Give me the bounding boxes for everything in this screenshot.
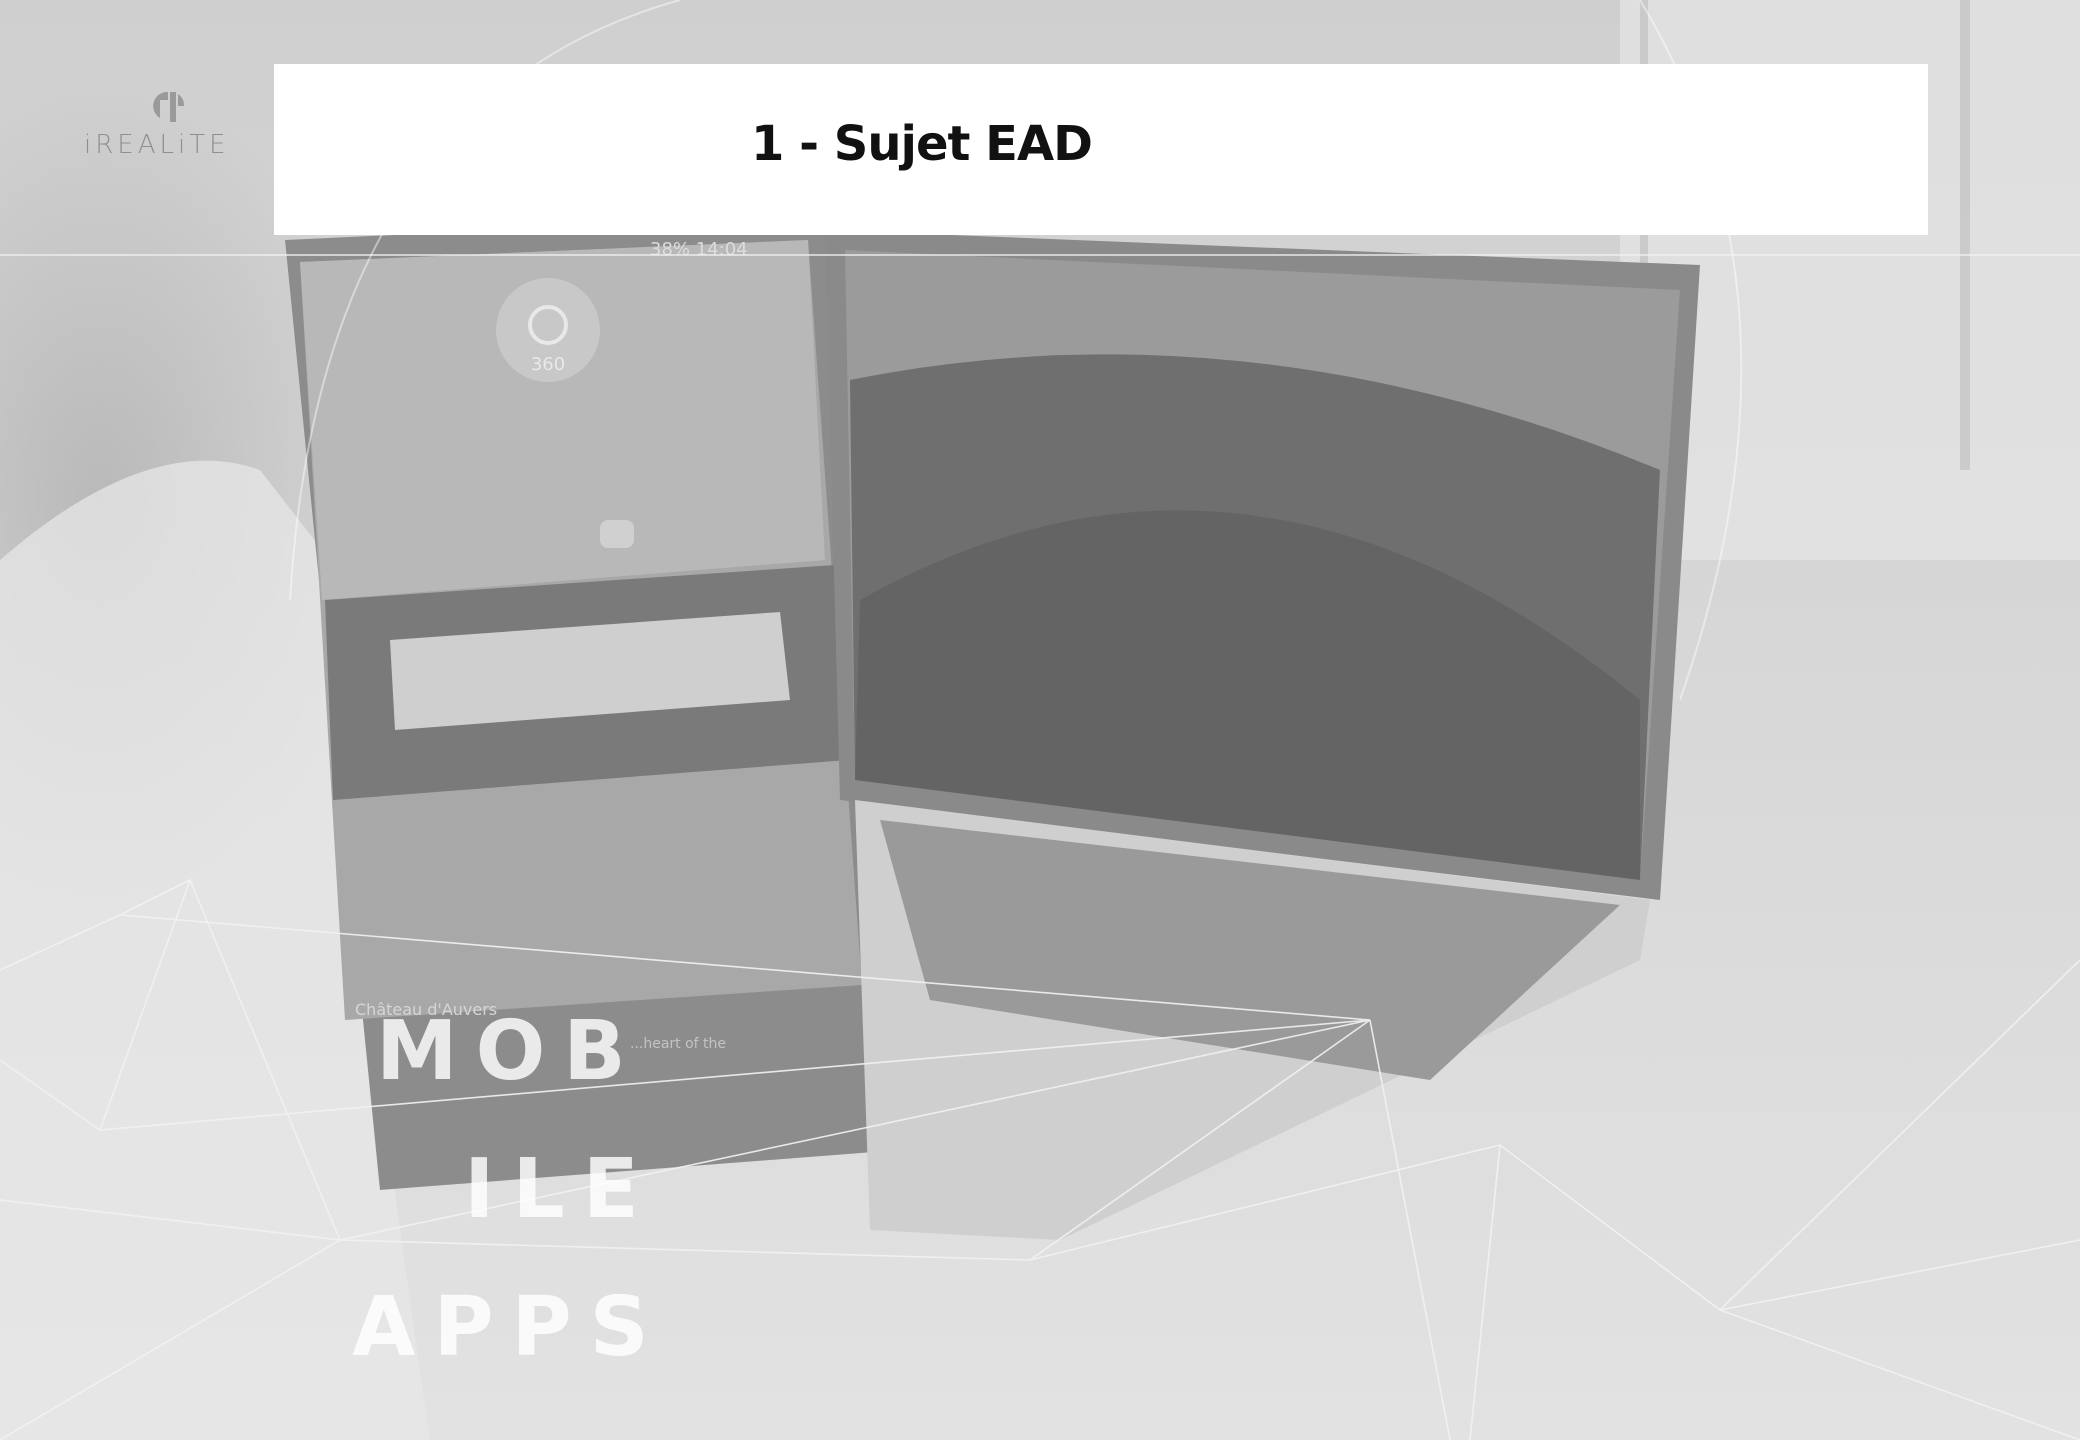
- company-logo: iREALiTE: [84, 88, 254, 168]
- irealite-logo-icon: [153, 91, 185, 122]
- logo-wordmark: iREALiTE: [84, 130, 230, 160]
- overlay-text-line-1: MOB: [376, 1004, 644, 1099]
- phone-caption2-text: ...heart of the: [630, 1036, 726, 1052]
- phone-status-text: 38% 14:04: [650, 239, 748, 260]
- phone-badge-text: 360: [531, 354, 565, 375]
- laptop-mockup: [825, 230, 1700, 1240]
- title-bar: 1 - Sujet EAD: [274, 64, 1928, 235]
- slide-title: 1 - Sujet EAD: [751, 116, 1093, 172]
- overlay-text-line-2: ILE: [464, 1142, 657, 1237]
- overlay-text-line-3: APPS: [352, 1280, 667, 1375]
